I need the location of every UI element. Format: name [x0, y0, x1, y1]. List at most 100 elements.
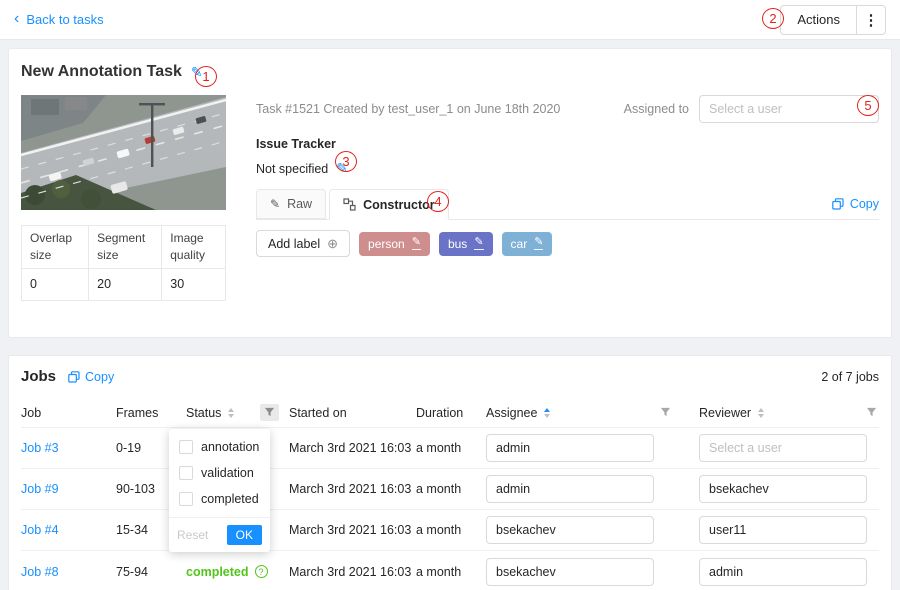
- duration-cell: a month: [416, 482, 486, 496]
- jobs-title: Jobs: [21, 368, 56, 385]
- add-label-button[interactable]: Add label ⊕: [256, 230, 350, 257]
- annotation-marker-1: 1: [195, 66, 217, 87]
- issue-tracker-label: Issue Tracker: [256, 137, 348, 151]
- actions-menu-button[interactable]: ⋮: [856, 5, 886, 35]
- label-tag-car[interactable]: car ✎: [502, 232, 553, 256]
- assigned-to-label: Assigned to: [624, 102, 689, 116]
- job-link[interactable]: Job #4: [21, 523, 59, 537]
- sort-carets-icon[interactable]: [544, 408, 550, 418]
- back-to-tasks-link[interactable]: ‹ Back to tasks: [14, 12, 104, 28]
- add-label-text: Add label: [268, 237, 320, 251]
- assignee-input[interactable]: [486, 558, 654, 586]
- assignee-filter-icon[interactable]: [660, 407, 671, 418]
- started-cell: March 3rd 2021 16:03: [289, 441, 416, 455]
- filter-reset-button[interactable]: Reset: [177, 528, 208, 542]
- checkbox[interactable]: [179, 492, 193, 506]
- column-header-status[interactable]: Status: [186, 404, 289, 421]
- checkbox[interactable]: [179, 440, 193, 454]
- copy-jobs-button[interactable]: Copy: [68, 370, 114, 384]
- filter-option-label: validation: [201, 466, 254, 480]
- assignee-input[interactable]: [486, 516, 654, 544]
- duration-cell: a month: [416, 523, 486, 537]
- status-filter-dropdown: annotation validation completed Reset OK: [169, 429, 270, 552]
- annotation-marker-2: 2: [762, 8, 784, 29]
- plus-circle-icon: ⊕: [327, 237, 338, 250]
- job-link[interactable]: Job #3: [21, 441, 59, 455]
- edit-label-icon[interactable]: ✎: [474, 237, 483, 250]
- job-link[interactable]: Job #8: [21, 565, 59, 579]
- copy-labels-button[interactable]: Copy: [832, 197, 879, 211]
- status-help-icon[interactable]: ?: [255, 565, 268, 578]
- started-cell: March 3rd 2021 16:03: [289, 482, 416, 496]
- reviewer-input[interactable]: [699, 434, 867, 462]
- column-label: Reviewer: [699, 406, 751, 420]
- filter-option-annotation[interactable]: annotation: [169, 434, 270, 460]
- copy-jobs-label: Copy: [85, 370, 114, 384]
- reviewer-filter-icon[interactable]: [866, 407, 877, 418]
- table-row: Job #4 15-34 March 3rd 2021 16:03 a mont…: [21, 510, 879, 551]
- back-to-tasks-label: Back to tasks: [26, 12, 103, 27]
- filter-footer: Reset OK: [169, 517, 270, 552]
- task-preview-image: [21, 95, 226, 210]
- job-link[interactable]: Job #9: [21, 482, 59, 496]
- jobs-card: Jobs Copy 2 of 7 jobs Job Frames Status: [8, 355, 892, 590]
- task-title-row: New Annotation Task ✎: [21, 63, 203, 81]
- task-meta-row: Task #1521 Created by test_user_1 on Jun…: [256, 95, 879, 123]
- table-row: Job #8 75-94 completed ? March 3rd 2021 …: [21, 551, 879, 590]
- label-tag-person[interactable]: person ✎: [359, 232, 430, 256]
- copy-labels-label: Copy: [850, 197, 879, 211]
- status-cell: completed ?: [186, 565, 289, 579]
- assignee-input[interactable]: [486, 475, 654, 503]
- status-text: completed: [186, 565, 249, 579]
- table-row: Job #3 0-19 March 3rd 2021 16:03 a month: [21, 428, 879, 469]
- sort-carets-icon[interactable]: [228, 408, 234, 418]
- label-tag-bus[interactable]: bus ✎: [439, 232, 493, 256]
- param-header-overlap: Overlap size: [22, 226, 89, 269]
- label-name: car: [511, 237, 528, 251]
- param-value-overlap: 0: [22, 268, 89, 300]
- checkbox[interactable]: [179, 466, 193, 480]
- column-label: Duration: [416, 406, 463, 420]
- copy-icon: [68, 371, 80, 383]
- tab-constructor-label: Constructor: [363, 198, 435, 212]
- filter-option-label: annotation: [201, 440, 259, 454]
- assigned-to-group: Assigned to: [624, 95, 879, 123]
- tab-raw[interactable]: ✎ Raw: [256, 189, 326, 219]
- actions-button-group: Actions ⋮: [780, 5, 886, 35]
- column-header-frames: Frames: [116, 406, 186, 420]
- reviewer-input[interactable]: [699, 475, 867, 503]
- task-params-table: Overlap size Segment size Image quality …: [21, 225, 226, 301]
- issue-tracker-section: Issue Tracker Not specified ✎: [256, 137, 348, 177]
- filter-option-completed[interactable]: completed: [169, 486, 270, 512]
- column-header-assignee[interactable]: Assignee: [486, 406, 699, 420]
- column-header-reviewer[interactable]: Reviewer: [699, 406, 879, 420]
- edit-label-icon[interactable]: ✎: [412, 237, 421, 250]
- copy-icon: [832, 198, 844, 210]
- column-header-job: Job: [21, 406, 116, 420]
- tab-raw-label: Raw: [287, 197, 312, 211]
- edit-label-icon[interactable]: ✎: [534, 237, 543, 250]
- task-assignee-input[interactable]: [699, 95, 879, 123]
- labels-tabs: ✎ Raw Constructor Copy: [256, 189, 879, 220]
- param-header-segment: Segment size: [89, 226, 162, 269]
- jobs-header: Jobs Copy 2 of 7 jobs: [21, 368, 879, 385]
- column-label: Frames: [116, 406, 158, 420]
- frames-cell: 75-94: [116, 565, 186, 579]
- table-row: Job #9 90-103 March 3rd 2021 16:03 a mon…: [21, 469, 879, 510]
- column-label: Job: [21, 406, 41, 420]
- filter-option-label: completed: [201, 492, 259, 506]
- column-header-duration: Duration: [416, 406, 486, 420]
- sort-carets-icon[interactable]: [758, 408, 764, 418]
- assignee-input[interactable]: [486, 434, 654, 462]
- label-name: bus: [448, 237, 467, 251]
- jobs-table-header: Job Frames Status Started on Duration As…: [21, 398, 879, 428]
- filter-option-validation[interactable]: validation: [169, 460, 270, 486]
- actions-button[interactable]: Actions: [780, 5, 856, 35]
- duration-cell: a month: [416, 565, 486, 579]
- status-filter-icon[interactable]: [260, 404, 279, 421]
- reviewer-input[interactable]: [699, 558, 867, 586]
- reviewer-input[interactable]: [699, 516, 867, 544]
- task-title: New Annotation Task: [21, 63, 182, 81]
- column-label: Status: [186, 406, 221, 420]
- filter-ok-button[interactable]: OK: [227, 525, 262, 545]
